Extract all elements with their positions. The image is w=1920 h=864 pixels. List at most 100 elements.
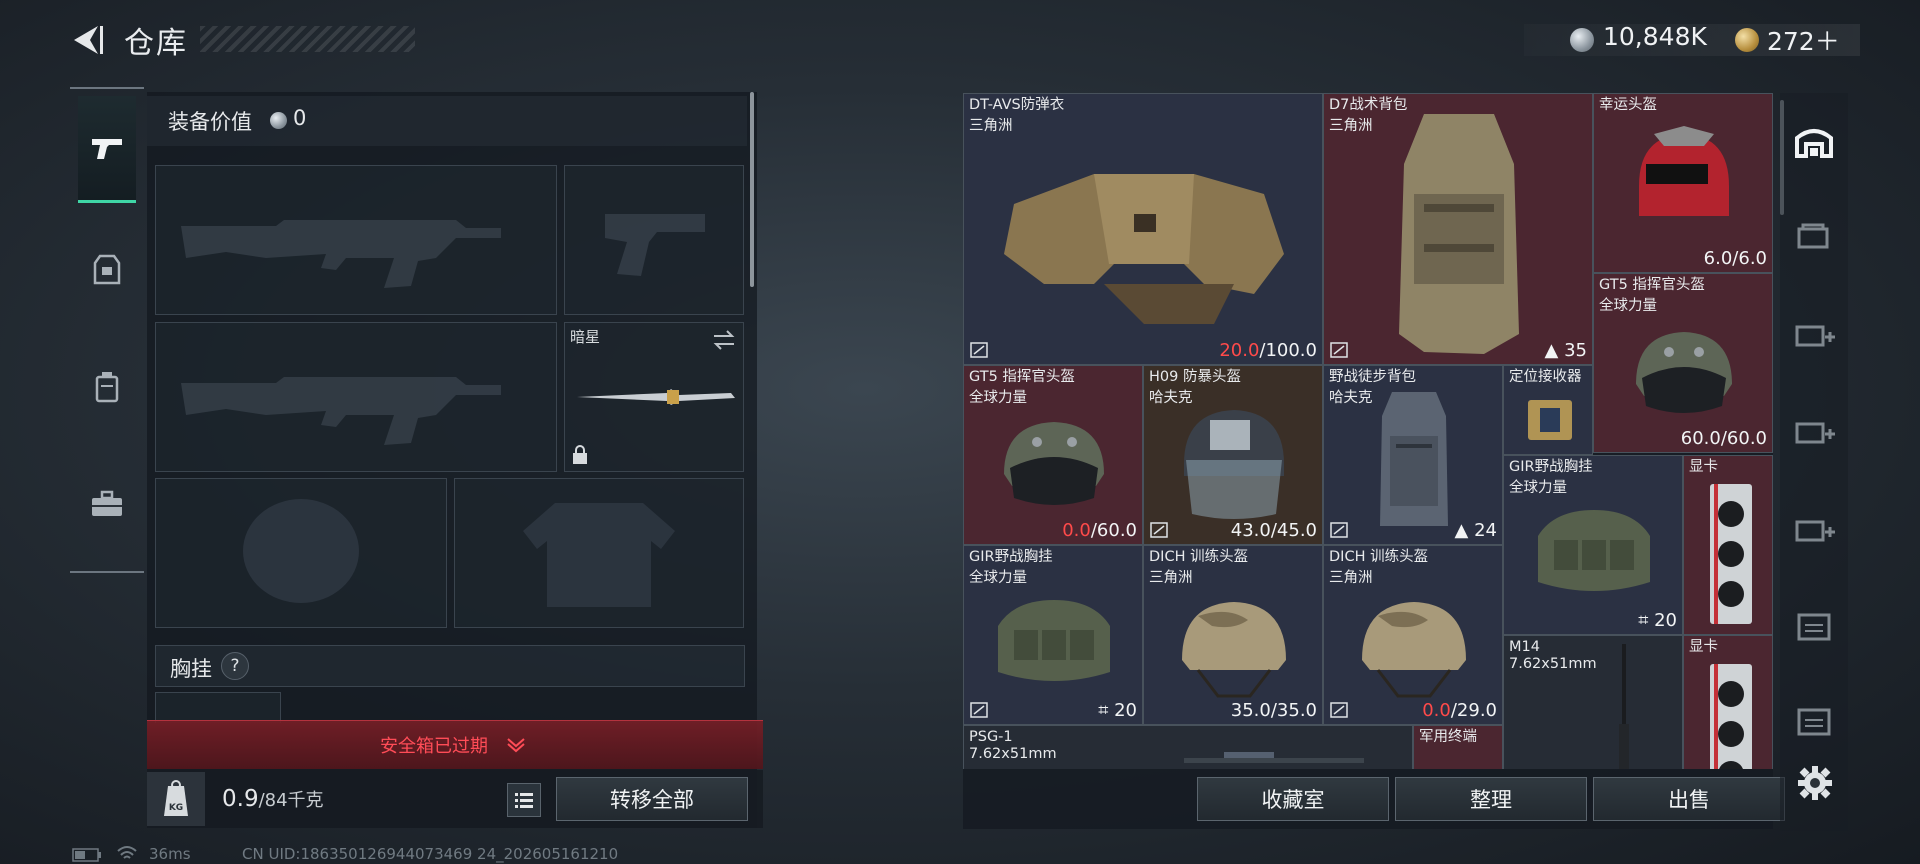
durability-max: /35.0: [1270, 700, 1317, 721]
item-caliber: 7.62x51mm: [1509, 656, 1597, 672]
sell-button[interactable]: 出售: [1593, 777, 1785, 821]
body-armor-slot[interactable]: [454, 478, 744, 628]
stash-item[interactable]: 显卡: [1683, 635, 1773, 769]
item-caliber: 7.62x51mm: [969, 746, 1057, 762]
primary-weapon-slot[interactable]: [155, 165, 557, 315]
stash-item[interactable]: GIR野战胸挂 全球力量 ⌗ 20: [1503, 455, 1683, 635]
category-backpack[interactable]: [78, 335, 136, 439]
durability-max: /6.0: [1732, 248, 1767, 269]
stash-item[interactable]: D7战术背包 三角洲 ▲ 35: [1323, 93, 1593, 365]
stash-item[interactable]: 野战徒步背包 哈夫克 ▲ 24: [1323, 365, 1503, 545]
durability-current: 6.0: [1703, 248, 1733, 269]
vest-silhouette-icon: [523, 503, 675, 607]
stash-page-icon: [1797, 223, 1829, 249]
durability-max: /60.0: [1090, 520, 1137, 541]
item-capacity: ▲ 24: [1455, 520, 1497, 541]
rifle-silhouette-icon: [181, 377, 501, 445]
stash-item[interactable]: H09 防暴头盔 哈夫克 43.0/45.0: [1143, 365, 1323, 545]
stash-tab-6[interactable]: [1789, 700, 1839, 740]
tag-icon: [1330, 702, 1348, 718]
item-capacity: ⌗ 20: [1638, 610, 1677, 631]
stash-item[interactable]: 显卡: [1683, 455, 1773, 635]
stash-tab-1[interactable]: [1789, 215, 1839, 255]
swap-icon[interactable]: [711, 329, 737, 351]
helmet-icon: [1004, 422, 1104, 505]
sidearm-slot[interactable]: [564, 165, 744, 315]
sort-button[interactable]: 整理: [1395, 777, 1587, 821]
item-capacity: ▲ 35: [1545, 340, 1587, 361]
transfer-all-button[interactable]: 转移全部: [556, 777, 748, 821]
helmet-icon: [1636, 332, 1732, 413]
item-faction: 三角洲: [1329, 118, 1373, 134]
item-capacity: ⌗ 20: [1098, 700, 1137, 721]
stash-tab-4[interactable]: [1789, 508, 1839, 548]
capacity-icon: ▲: [1454, 520, 1475, 541]
stash-tab-3[interactable]: [1789, 410, 1839, 450]
stash-item[interactable]: 军用终端: [1413, 725, 1503, 769]
backpack-icon: [1380, 392, 1448, 526]
rifle-icon: [1619, 644, 1629, 769]
durability-current: 35.0: [1230, 700, 1271, 721]
capacity-icon: ⌗: [1638, 610, 1655, 631]
backpack-icon: [95, 372, 119, 403]
stash-tab-2[interactable]: [1789, 313, 1839, 353]
item-durability: 0.0/60.0: [1062, 520, 1137, 541]
item-name: GT5 指挥官头盔: [1599, 277, 1705, 293]
stash-item[interactable]: M14 7.62x51mm: [1503, 635, 1683, 769]
stash-item[interactable]: PSG-1 7.62x51mm: [963, 725, 1413, 769]
item-name: DICH 训练头盔: [1149, 549, 1249, 565]
chest-rig-slot[interactable]: [155, 692, 281, 723]
capacity-value: 24: [1474, 520, 1497, 541]
stash-home-tab[interactable]: [1789, 122, 1839, 162]
stash-item[interactable]: 定位接收器: [1503, 365, 1593, 455]
stash-item[interactable]: GT5 指挥官头盔 全球力量 0.0/60.0: [963, 365, 1143, 545]
token-balance[interactable]: 272＋: [1767, 22, 1840, 58]
weight-readout: 0.9/84千克: [222, 786, 324, 812]
stash-item[interactable]: DICH 训练头盔 三角洲 35.0/35.0: [1143, 545, 1323, 725]
item-durability: 43.0/45.0: [1231, 520, 1317, 541]
secondary-weapon-slot[interactable]: [155, 322, 557, 472]
item-durability: 60.0/60.0: [1681, 428, 1767, 449]
category-armor[interactable]: [78, 218, 136, 322]
helmet-icon: [1182, 602, 1286, 698]
melee-slot[interactable]: 暗星: [564, 322, 744, 472]
graphics-card-icon: [1710, 484, 1752, 624]
equipment-value: 0: [293, 106, 307, 130]
weight-max: /84千克: [258, 790, 324, 811]
chevron-down-icon[interactable]: [506, 737, 526, 753]
item-name: GIR野战胸挂: [969, 549, 1053, 565]
item-faction: 全球力量: [1509, 480, 1567, 496]
helmet-slot[interactable]: [155, 478, 447, 628]
list-icon[interactable]: [507, 783, 541, 817]
stash-add-icon: [1795, 520, 1835, 542]
uid-text: CN UID:186350126944073469 24_20260516121…: [242, 845, 619, 863]
stash-item[interactable]: GT5 指挥官头盔 全球力量 60.0/60.0: [1593, 273, 1773, 453]
stash-item[interactable]: 幸运头盔 6.0/6.0: [1593, 93, 1773, 273]
loadout-scrollbar[interactable]: [750, 92, 754, 287]
capacity-value: 35: [1564, 340, 1587, 361]
stash-item[interactable]: GIR野战胸挂 全球力量 ⌗ 20: [963, 545, 1143, 725]
body-armor-icon: [1004, 174, 1284, 324]
gear-icon[interactable]: [1797, 765, 1833, 801]
category-weapons[interactable]: [78, 96, 136, 203]
lock-icon: [573, 445, 587, 464]
help-icon[interactable]: ?: [221, 652, 249, 680]
stash-tab-5[interactable]: [1789, 605, 1839, 645]
pistol-silhouette-icon: [605, 214, 705, 276]
item-name: 幸运头盔: [1599, 97, 1657, 113]
tag-icon: [1330, 342, 1348, 358]
capacity-icon: ▲: [1544, 340, 1565, 361]
item-faction: 全球力量: [969, 390, 1027, 406]
category-tools[interactable]: [78, 452, 136, 556]
gold-coin-icon: [1735, 28, 1759, 52]
weight-icon-text: KG: [169, 803, 183, 813]
item-name: PSG-1: [969, 729, 1013, 745]
toolbox-icon: [92, 490, 122, 516]
stash-item[interactable]: DICH 训练头盔 三角洲 0.0/29.0: [1323, 545, 1503, 725]
chest-rig-icon: [1538, 510, 1650, 591]
stash-item[interactable]: DT-AVS防弹衣 三角洲 20.0/100.0: [963, 93, 1323, 365]
back-arrow-icon[interactable]: [68, 20, 108, 60]
stash-add-icon: [1795, 422, 1835, 444]
item-faction: 哈夫克: [1149, 390, 1193, 406]
collection-room-button[interactable]: 收藏室: [1197, 777, 1389, 821]
